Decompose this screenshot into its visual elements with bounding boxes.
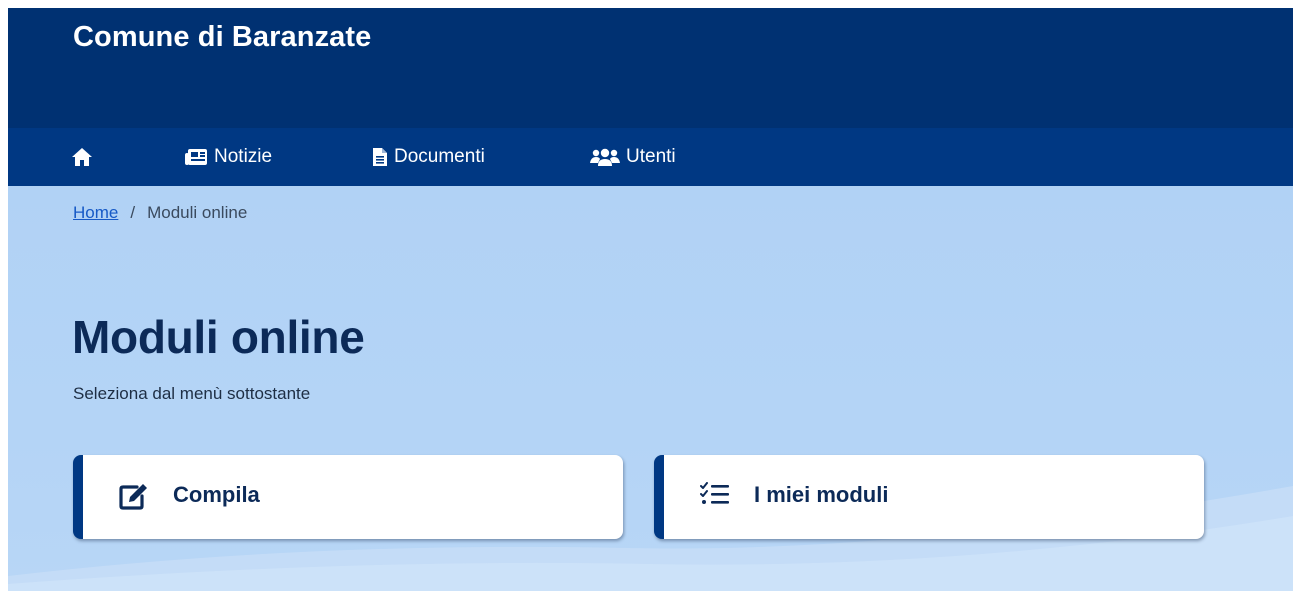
newspaper-icon — [184, 148, 208, 166]
home-icon — [71, 147, 93, 167]
checklist-icon — [700, 482, 730, 511]
site-header: Comune di Baranzate — [8, 8, 1293, 128]
breadcrumb-separator: / — [130, 203, 136, 222]
nav-label-notizie: Notizie — [214, 146, 273, 167]
breadcrumb: Home / Moduli online — [73, 203, 247, 223]
nav-item-home[interactable] — [71, 128, 93, 186]
main-nav: Notizie Documenti Utenti — [8, 128, 1293, 186]
page-frame: Comune di Baranzate Notizie Documenti Ut… — [8, 8, 1293, 591]
breadcrumb-current: Moduli online — [147, 203, 248, 222]
nav-label-utenti: Utenti — [626, 146, 676, 167]
nav-item-utenti[interactable]: Utenti — [590, 128, 676, 186]
compila-card[interactable]: Compila — [73, 455, 623, 539]
site-title[interactable]: Comune di Baranzate — [73, 21, 371, 54]
file-icon — [372, 147, 388, 167]
users-icon — [590, 147, 620, 167]
miei-moduli-card[interactable]: I miei moduli — [654, 455, 1204, 539]
compila-card-label: Compila — [173, 482, 260, 507]
nav-item-notizie[interactable]: Notizie — [184, 128, 272, 186]
miei-moduli-card-label: I miei moduli — [754, 482, 889, 507]
edit-icon — [119, 482, 149, 515]
page-subtitle: Seleziona dal menù sottostante — [73, 384, 311, 403]
nav-item-documenti[interactable]: Documenti — [372, 128, 485, 186]
breadcrumb-home-link[interactable]: Home — [73, 203, 118, 223]
hero-section: Home / Moduli online Moduli online Selez… — [8, 186, 1293, 591]
nav-label-documenti: Documenti — [394, 146, 485, 167]
page-title: Moduli online — [72, 311, 365, 363]
